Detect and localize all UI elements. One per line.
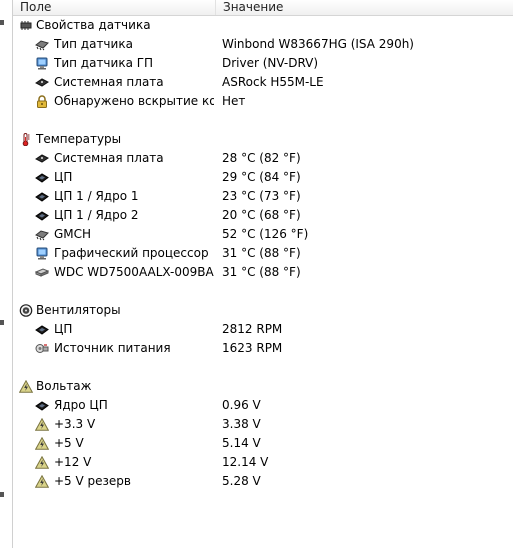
sensor-value: 20 °C (68 °F) <box>222 208 301 222</box>
left-pane-marker <box>0 20 4 25</box>
sensor-row[interactable]: Тип датчика ГП Driver (NV-DRV) <box>13 54 513 73</box>
sensor-label: Системная плата <box>54 151 164 165</box>
sensor-value: Driver (NV-DRV) <box>222 56 319 70</box>
sensor-row[interactable]: Системная плата ASRock H55M-LE <box>13 73 513 92</box>
sensor-value: 29 °C (84 °F) <box>222 170 301 184</box>
sensor-value: 1623 RPM <box>222 341 283 355</box>
motherboard-icon <box>35 152 49 165</box>
sensor-label: ЦП 1 / Ядро 1 <box>54 189 139 203</box>
sensor-value: 5.14 V <box>222 436 261 450</box>
voltage-icon <box>35 475 49 488</box>
voltage-icon <box>35 456 49 469</box>
sensor-label: WDC WD7500AALX-009BA0 <box>54 265 214 279</box>
monitor-icon <box>35 57 49 70</box>
sensor-row[interactable]: Графический процессор 31 °C (88 °F) <box>13 244 513 263</box>
sensor-value: Winbond W83667HG (ISA 290h) <box>222 37 414 51</box>
padlock-icon <box>35 95 49 108</box>
column-header: Поле Значение <box>13 0 513 16</box>
sensor-row[interactable]: Источник питания 1623 RPM <box>13 339 513 358</box>
sensor-row[interactable]: Обнаружено вскрытие кор... Нет <box>13 92 513 111</box>
group-header[interactable]: Температуры <box>13 130 513 149</box>
sensor-label: Ядро ЦП <box>54 398 108 412</box>
group-title: Температуры <box>36 132 122 146</box>
hard-drive-icon <box>35 266 49 279</box>
sensor-row[interactable]: GMCH 52 °C (126 °F) <box>13 225 513 244</box>
sensor-value: 2812 RPM <box>222 322 283 336</box>
sensor-value: 52 °C (126 °F) <box>222 227 309 241</box>
sensor-row[interactable]: ЦП 1 / Ядро 2 20 °C (68 °F) <box>13 206 513 225</box>
chip-icon <box>35 228 49 241</box>
voltage-icon <box>19 380 33 393</box>
group-title: Свойства датчика <box>36 18 151 32</box>
sensor-label: Источник питания <box>54 341 171 355</box>
sensor-chip-icon <box>19 19 33 32</box>
column-header-field[interactable]: Поле <box>13 0 216 15</box>
sensor-value: 28 °C (82 °F) <box>222 151 301 165</box>
cpu-icon <box>35 190 49 203</box>
sensor-label: Тип датчика ГП <box>54 56 154 70</box>
sensor-label: +12 V <box>54 455 92 469</box>
group-title: Вентиляторы <box>36 303 121 317</box>
sensor-label: Тип датчика <box>54 37 133 51</box>
monitor-icon <box>35 247 49 260</box>
sensor-row[interactable]: +5 V 5.14 V <box>13 434 513 453</box>
voltage-icon <box>35 418 49 431</box>
sensor-label: GMCH <box>54 227 92 241</box>
left-pane-marker <box>0 492 4 497</box>
sensor-label: Системная плата <box>54 75 164 89</box>
sensor-row[interactable]: ЦП 2812 RPM <box>13 320 513 339</box>
sensor-value: 12.14 V <box>222 455 269 469</box>
sensor-value: 31 °C (88 °F) <box>222 265 301 279</box>
sensor-label: ЦП <box>54 322 73 336</box>
sensor-list: Свойства датчика Тип датчика Winbond W8366… <box>13 16 513 491</box>
sensor-label: Обнаружено вскрытие кор... <box>54 94 214 108</box>
fan-icon <box>19 304 33 317</box>
sensor-row[interactable]: ЦП 29 °C (84 °F) <box>13 168 513 187</box>
sensor-value: 23 °C (73 °F) <box>222 189 301 203</box>
sensor-row[interactable]: +12 V 12.14 V <box>13 453 513 472</box>
column-header-value[interactable]: Значение <box>216 0 503 15</box>
sensor-value: 5.28 V <box>222 474 261 488</box>
power-supply-icon <box>35 342 49 355</box>
sensor-row[interactable]: WDC WD7500AALX-009BA0 31 °C (88 °F) <box>13 263 513 282</box>
sensor-value: 31 °C (88 °F) <box>222 246 301 260</box>
sensor-label: +3.3 V <box>54 417 96 431</box>
sensor-row[interactable]: ЦП 1 / Ядро 1 23 °C (73 °F) <box>13 187 513 206</box>
cpu-icon <box>35 171 49 184</box>
chip-icon <box>35 38 49 51</box>
group-title: Вольтаж <box>36 379 92 393</box>
cpu-icon <box>35 399 49 412</box>
group-header[interactable]: Вентиляторы <box>13 301 513 320</box>
sensor-label: Графический процессор <box>54 246 209 260</box>
sensor-row[interactable]: Системная плата 28 °C (82 °F) <box>13 149 513 168</box>
sensor-row[interactable]: +3.3 V 3.38 V <box>13 415 513 434</box>
sensor-label: ЦП 1 / Ядро 2 <box>54 208 139 222</box>
sensor-label: +5 V <box>54 436 84 450</box>
sensor-label: +5 V резерв <box>54 474 131 488</box>
cpu-icon <box>35 209 49 222</box>
sensor-value: ASRock H55M-LE <box>222 75 324 89</box>
sensor-row[interactable]: Тип датчика Winbond W83667HG (ISA 290h) <box>13 35 513 54</box>
sensor-value: Нет <box>222 94 246 108</box>
left-pane-marker <box>0 320 4 325</box>
sensor-value: 0.96 V <box>222 398 261 412</box>
sensor-row[interactable]: +5 V резерв 5.28 V <box>13 472 513 491</box>
motherboard-icon <box>35 76 49 89</box>
left-pane-edge <box>0 0 13 548</box>
thermometer-icon <box>19 133 33 146</box>
sensor-value: 3.38 V <box>222 417 261 431</box>
voltage-icon <box>35 437 49 450</box>
group-header[interactable]: Свойства датчика <box>13 16 513 35</box>
sensor-row[interactable]: Ядро ЦП 0.96 V <box>13 396 513 415</box>
cpu-icon <box>35 323 49 336</box>
group-header[interactable]: Вольтаж <box>13 377 513 396</box>
sensor-label: ЦП <box>54 170 73 184</box>
